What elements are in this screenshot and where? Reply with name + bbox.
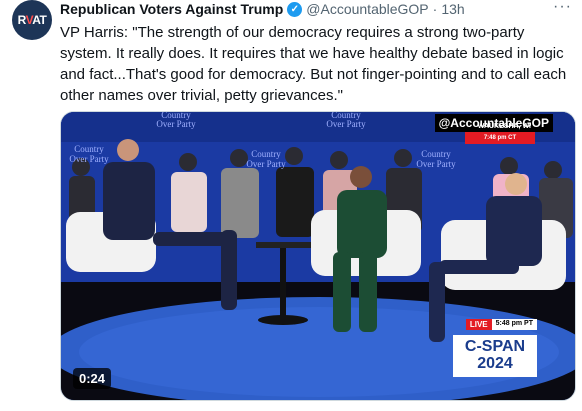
backdrop-text-8: Over Party bbox=[246, 159, 286, 169]
backdrop-text-2: Over Party bbox=[156, 119, 196, 129]
backdrop-text-6: Over Party bbox=[69, 154, 109, 164]
network-logo: C-SPAN 2024 bbox=[453, 335, 537, 377]
backdrop-text-5: Country bbox=[74, 144, 104, 154]
author-name[interactable]: Republican Voters Against Trump bbox=[60, 1, 283, 17]
verified-badge-icon: ✓ bbox=[287, 1, 303, 17]
backdrop-text-7: Country bbox=[251, 149, 281, 159]
network-logo-line1: C-SPAN bbox=[464, 338, 526, 355]
post-time[interactable]: 13h bbox=[441, 1, 464, 17]
news-location-label: WAUKESHA, WI bbox=[477, 123, 531, 130]
author-handle[interactable]: @AccountableGOP bbox=[306, 1, 428, 17]
post-header: Republican Voters Against Trump ✓ @Accou… bbox=[60, 0, 580, 18]
video-duration: 0:24 bbox=[73, 368, 112, 389]
avatar-text: RVAT bbox=[17, 13, 47, 27]
avatar[interactable]: RVAT bbox=[12, 0, 52, 40]
video-player[interactable]: Country Over Party Country Over Party Co… bbox=[60, 111, 576, 401]
separator-dot: · bbox=[432, 1, 438, 17]
live-time: 5:48 pm PT bbox=[491, 319, 537, 330]
post-text: VP Harris: "The strength of our democrac… bbox=[60, 24, 567, 104]
network-logo-line2: 2024 bbox=[477, 355, 513, 372]
live-label: LIVE bbox=[465, 319, 492, 330]
more-horizontal-icon[interactable]: ··· bbox=[553, 0, 572, 16]
news-time-badge: 7:48 pm CT bbox=[465, 132, 535, 144]
backdrop-text-9: Country bbox=[421, 149, 451, 159]
backdrop-text-4: Over Party bbox=[326, 119, 366, 129]
live-badge: LIVE 5:48 pm PT bbox=[465, 319, 537, 330]
backdrop-text-10: Over Party bbox=[416, 159, 456, 169]
